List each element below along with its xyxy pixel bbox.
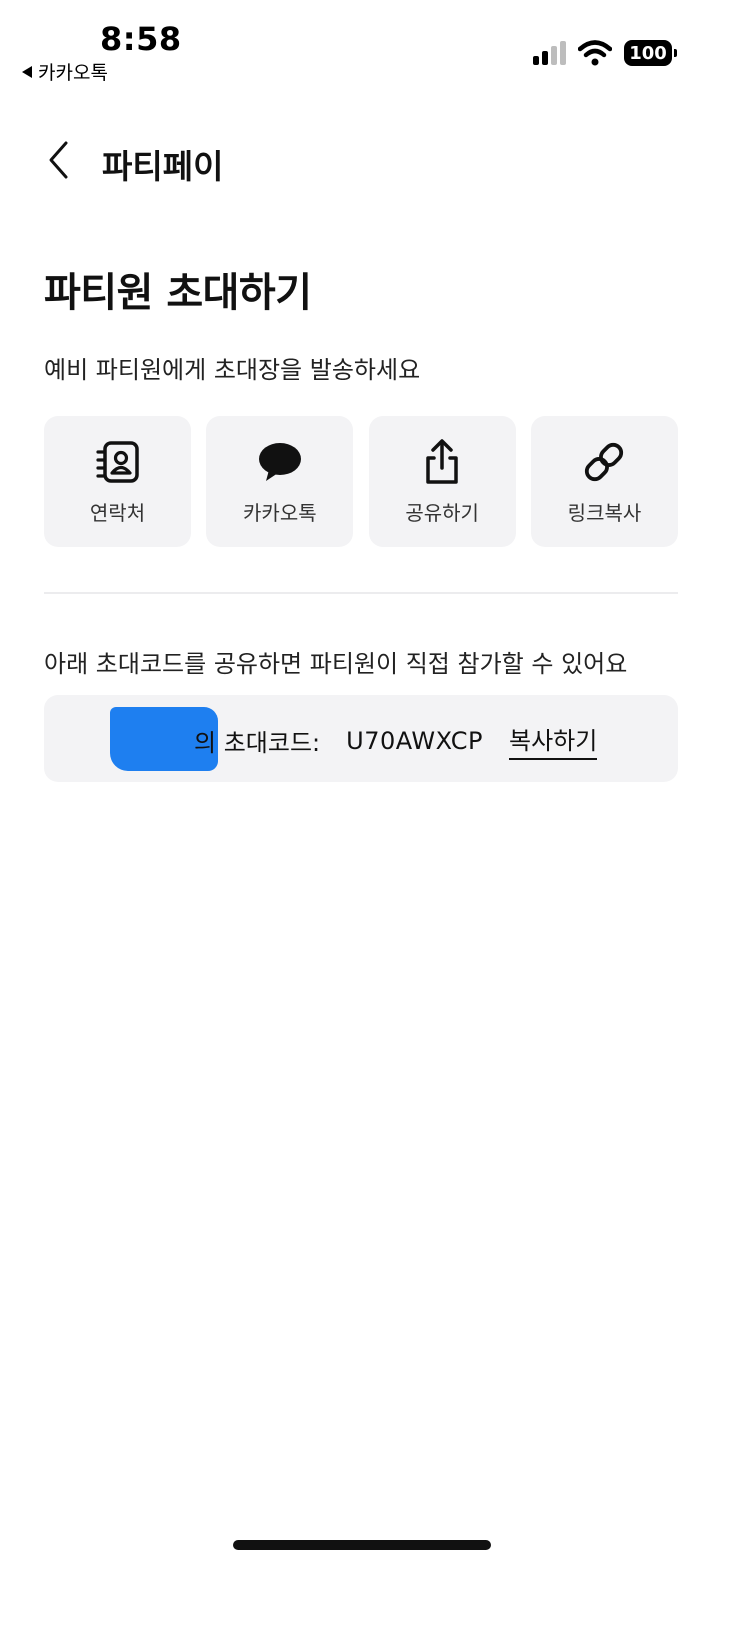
share-options: 연락처 카카오톡 공유하기 링크복사 [44,416,678,547]
status-time: 8:58 [100,20,182,58]
copy-link-button[interactable]: 링크복사 [530,416,678,547]
copy-link-label: 링크복사 [567,501,642,525]
section-divider [44,592,678,594]
invite-code-box: 의 초대코드: U70AWXCP 복사하기 [44,695,678,782]
wifi-icon [578,40,612,66]
cellular-signal-icon [533,41,566,65]
share-contacts-label: 연락처 [89,501,146,525]
invite-code-hint: 아래 초대코드를 공유하면 파티원이 직접 참가할 수 있어요 [44,650,628,678]
share-icon [417,437,467,487]
link-icon [579,437,629,487]
share-system-label: 공유하기 [405,501,479,525]
invite-code-owner-suffix: 의 초대코드: [194,729,321,757]
back-to-app-link[interactable]: 카카오톡 [22,58,108,85]
invite-code-value: U70AWXCP [346,726,483,755]
battery-icon: 100 [624,40,677,66]
share-kakaotalk-button[interactable]: 카카오톡 [206,416,354,547]
share-kakaotalk-label: 카카오톡 [243,501,317,525]
contacts-icon [93,437,143,487]
invite-code-row: 의 초대코드: U70AWXCP 복사하기 [194,721,598,760]
page-title: 파티원 초대하기 [44,270,312,316]
chevron-left-icon [49,141,68,179]
back-to-app-label: 카카오톡 [38,62,108,84]
nav-title: 파티페이 [102,147,224,186]
back-triangle-icon [22,65,32,78]
copy-code-button[interactable]: 복사하기 [509,721,598,760]
status-indicators: 100 [533,40,677,66]
page-subtitle: 예비 파티원에게 초대장을 발송하세요 [44,356,421,384]
share-contacts-button[interactable]: 연락처 [44,416,191,547]
home-indicator[interactable] [233,1540,491,1550]
battery-level: 100 [629,42,667,64]
chat-bubble-icon [255,437,305,487]
share-system-button[interactable]: 공유하기 [368,416,516,547]
back-button[interactable] [36,138,80,182]
